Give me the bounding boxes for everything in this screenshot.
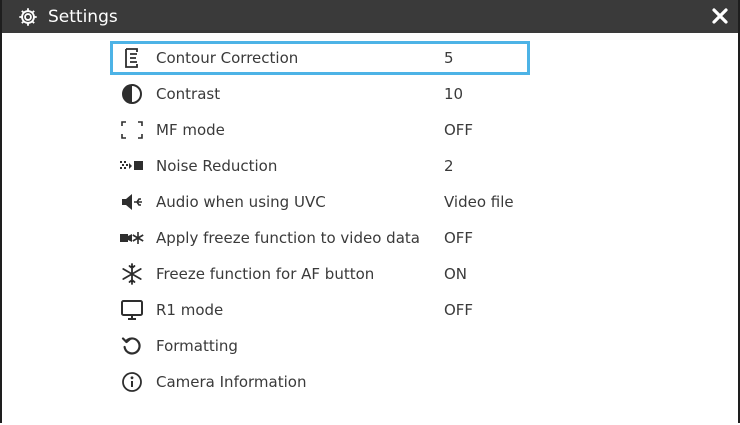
menu-item-formatting[interactable]: Formatting <box>110 329 530 363</box>
menu-item-noise-reduction[interactable]: Noise Reduction 2 <box>110 149 530 183</box>
snowflake-icon <box>118 262 146 286</box>
close-button[interactable] <box>708 4 732 28</box>
menu-item-label: Apply freeze function to video data <box>156 229 420 247</box>
menu-item-value: 2 <box>444 157 454 175</box>
contrast-icon <box>118 82 146 106</box>
mf-mode-icon <box>118 118 146 142</box>
menu-item-audio-uvc[interactable]: Audio when using UVC Video file <box>110 185 530 219</box>
menu-item-r1-mode[interactable]: R1 mode OFF <box>110 293 530 327</box>
menu-item-freeze-video[interactable]: Apply freeze function to video data OFF <box>110 221 530 255</box>
freeze-video-icon <box>118 226 146 250</box>
reset-icon <box>118 334 146 358</box>
contour-correction-icon <box>118 46 146 70</box>
menu-item-mf-mode[interactable]: MF mode OFF <box>110 113 530 147</box>
menu-item-contrast[interactable]: Contrast 10 <box>110 77 530 111</box>
menu-item-value: OFF <box>444 301 474 319</box>
noise-reduction-icon <box>118 154 146 178</box>
menu-item-label: Contour Correction <box>156 49 299 67</box>
menu-item-label: Audio when using UVC <box>156 193 326 211</box>
menu-item-label: MF mode <box>156 121 225 139</box>
title-bar: Settings <box>2 0 738 33</box>
menu-item-value: 5 <box>444 49 454 67</box>
close-icon[interactable] <box>711 7 729 25</box>
menu-item-label: R1 mode <box>156 301 224 319</box>
menu-item-label: Camera Information <box>156 373 307 391</box>
menu-item-value: 10 <box>444 85 464 103</box>
menu-item-value: OFF <box>444 121 474 139</box>
menu-item-value: ON <box>444 265 468 283</box>
menu-item-value: Video file <box>444 193 514 211</box>
usb-audio-icon <box>118 190 146 214</box>
menu-item-contour-correction[interactable]: Contour Correction 5 <box>110 41 530 75</box>
menu-item-label: Freeze function for AF button <box>156 265 375 283</box>
menu-item-value: OFF <box>444 229 474 247</box>
gear-icon <box>16 5 40 29</box>
menu-item-label: Contrast <box>156 85 221 103</box>
monitor-icon <box>118 298 146 322</box>
menu-item-camera-information[interactable]: Camera Information <box>110 365 530 399</box>
info-icon <box>118 370 146 394</box>
settings-window: Settings Contour Correction 5 Contrast 1… <box>0 0 740 423</box>
window-title: Settings <box>48 6 118 27</box>
menu-item-label: Formatting <box>156 337 238 355</box>
menu-item-label: Noise Reduction <box>156 157 278 175</box>
menu-item-freeze-af[interactable]: Freeze function for AF button ON <box>110 257 530 291</box>
